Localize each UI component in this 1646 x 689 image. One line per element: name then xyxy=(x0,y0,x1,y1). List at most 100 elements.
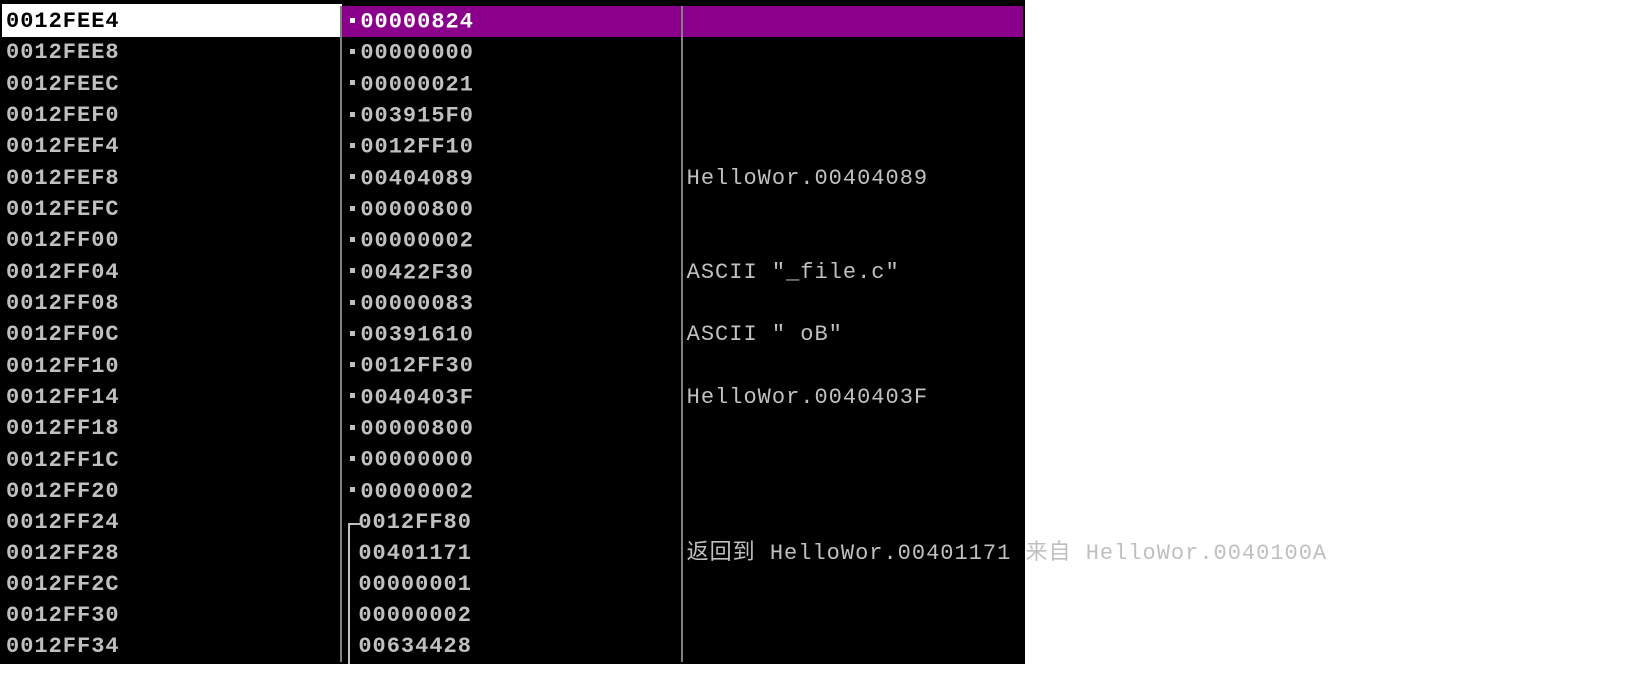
stack-address: 0012FF00 xyxy=(2,225,342,256)
stack-address: 0012FF08 xyxy=(2,288,342,319)
stack-address: 0012FF14 xyxy=(2,382,342,413)
stack-address: 0012FF0C xyxy=(2,319,342,350)
stack-row[interactable]: 0012FF08 00000083 xyxy=(2,288,1023,319)
stack-value: 0012FF30 xyxy=(360,354,474,379)
stack-row[interactable]: 0012FF34 00634428 xyxy=(2,631,1023,662)
stack-value-cell: 00000800 xyxy=(342,413,682,444)
stack-comment xyxy=(683,194,1023,225)
stack-comment: 返回到 HelloWor.00401171 来自 HelloWor.004010… xyxy=(683,538,1023,569)
stack-value: 00401171 xyxy=(358,541,472,566)
stack-value-cell: 00000000 xyxy=(342,444,682,475)
stack-value: 00000083 xyxy=(360,291,474,316)
stack-value-cell: 00000021 xyxy=(342,69,682,100)
stack-row[interactable]: 0012FF2C00000001 xyxy=(2,569,1023,600)
stack-marker-icon xyxy=(344,37,360,68)
stack-value-cell: 00000002 xyxy=(342,600,682,631)
stack-address: 0012FF24 xyxy=(2,507,342,538)
stack-row[interactable]: 0012FF1C00000000 xyxy=(2,444,1023,475)
stack-row[interactable]: 0012FEE4 00000824 xyxy=(2,6,1023,37)
stack-row[interactable]: 0012FEE8 00000000 xyxy=(2,37,1023,68)
stack-comment xyxy=(683,288,1023,319)
stack-row[interactable]: 0012FF14 0040403F HelloWor.0040403F xyxy=(2,382,1023,413)
stack-value-cell: 0012FF10 xyxy=(342,131,682,162)
stack-value-cell: 0012FF80 xyxy=(342,507,682,538)
stack-comment: HelloWor.00404089 xyxy=(683,163,1023,194)
stack-address: 0012FF28 xyxy=(2,538,342,569)
stack-row[interactable]: 0012FF1800000800 xyxy=(2,413,1023,444)
stack-comment: ASCII " oB" xyxy=(683,319,1023,350)
stack-marker-icon xyxy=(344,194,360,225)
stack-comment xyxy=(683,476,1023,507)
stack-value-cell: 00391610 xyxy=(342,319,682,350)
stack-value: 00000021 xyxy=(360,72,474,97)
stack-value-cell: 00000000 xyxy=(342,37,682,68)
stack-address: 0012FEEC xyxy=(2,69,342,100)
stack-address: 0012FF10 xyxy=(2,350,342,381)
stack-marker-icon xyxy=(344,382,360,413)
stack-address: 0012FF30 xyxy=(2,600,342,631)
stack-comment xyxy=(683,37,1023,68)
stack-row[interactable]: 0012FF28 00401171 返回到 HelloWor.00401171 来自… xyxy=(2,538,1023,569)
stack-marker-icon xyxy=(344,100,360,131)
stack-value: 00634428 xyxy=(358,634,472,659)
stack-row[interactable]: 0012FEF0003915F0 xyxy=(2,100,1023,131)
stack-row[interactable]: 0012FEF8 00404089 HelloWor.00404089 xyxy=(2,163,1023,194)
stack-marker-icon xyxy=(344,69,360,100)
stack-value: 0040403F xyxy=(360,385,474,410)
stack-row[interactable]: 0012FF2000000002 xyxy=(2,476,1023,507)
stack-comment xyxy=(683,69,1023,100)
stack-marker-icon xyxy=(344,444,360,475)
stack-row[interactable]: 0012FEFC00000800 xyxy=(2,194,1023,225)
stack-address: 0012FF34 xyxy=(2,631,342,662)
stack-address: 0012FEE8 xyxy=(2,37,342,68)
stack-address: 0012FEF8 xyxy=(2,163,342,194)
stack-value-cell: 0040403F xyxy=(342,382,682,413)
stack-row[interactable]: 0012FEF4 0012FF10 xyxy=(2,131,1023,162)
stack-value-cell: 00000001 xyxy=(342,569,682,600)
stack-row[interactable]: 0012FF0400422F30ASCII "_file.c" xyxy=(2,257,1023,288)
stack-marker-icon xyxy=(344,288,360,319)
stack-value: 00000002 xyxy=(360,479,474,504)
stack-row[interactable]: 0012FEEC 00000021 xyxy=(2,69,1023,100)
stack-address: 0012FF04 xyxy=(2,257,342,288)
stack-address: 0012FEF4 xyxy=(2,131,342,162)
stack-value: 0012FF80 xyxy=(358,510,472,535)
stack-row[interactable]: 0012FF24 0012FF80 xyxy=(2,507,1023,538)
stack-marker-icon xyxy=(344,6,360,37)
stack-value: 00000002 xyxy=(358,603,472,628)
stack-value-cell: 00634428 xyxy=(342,631,682,662)
stack-comment xyxy=(683,131,1023,162)
stack-value-cell: 00000824 xyxy=(342,6,682,37)
stack-dump-pane[interactable]: 0012FEE4 00000824 0012FEE8 00000000 0012FEEC… xyxy=(0,0,1025,664)
stack-marker-icon xyxy=(344,350,360,381)
stack-value: 00000000 xyxy=(360,41,474,66)
stack-address: 0012FEF0 xyxy=(2,100,342,131)
stack-address: 0012FF18 xyxy=(2,413,342,444)
stack-row[interactable]: 0012FF0C00391610ASCII " oB" xyxy=(2,319,1023,350)
stack-address: 0012FEE4 xyxy=(2,6,342,37)
stack-row[interactable]: 0012FF30 00000002 xyxy=(2,600,1023,631)
stack-value: 00404089 xyxy=(360,166,474,191)
stack-marker-icon xyxy=(344,476,360,507)
stack-address: 0012FEFC xyxy=(2,194,342,225)
stack-marker-icon xyxy=(344,413,360,444)
stack-comment xyxy=(683,350,1023,381)
stack-value: 00000002 xyxy=(360,229,474,254)
stack-row[interactable]: 0012FF10 0012FF30 xyxy=(2,350,1023,381)
stack-row[interactable]: 0012FF00 00000002 xyxy=(2,225,1023,256)
stack-marker-icon xyxy=(344,225,360,256)
stack-comment: HelloWor.0040403F xyxy=(683,382,1023,413)
stack-marker-icon xyxy=(344,257,360,288)
stack-comment xyxy=(683,631,1023,662)
stack-comment xyxy=(683,225,1023,256)
stack-value-cell: 00000002 xyxy=(342,476,682,507)
stack-value-cell: 0012FF30 xyxy=(342,350,682,381)
stack-comment xyxy=(683,100,1023,131)
stack-value: 00000824 xyxy=(360,9,474,34)
stack-value-cell: 00000800 xyxy=(342,194,682,225)
stack-value: 0012FF10 xyxy=(360,135,474,160)
stack-comment xyxy=(683,444,1023,475)
stack-marker-icon xyxy=(344,131,360,162)
stack-comment xyxy=(683,600,1023,631)
stack-comment xyxy=(683,413,1023,444)
